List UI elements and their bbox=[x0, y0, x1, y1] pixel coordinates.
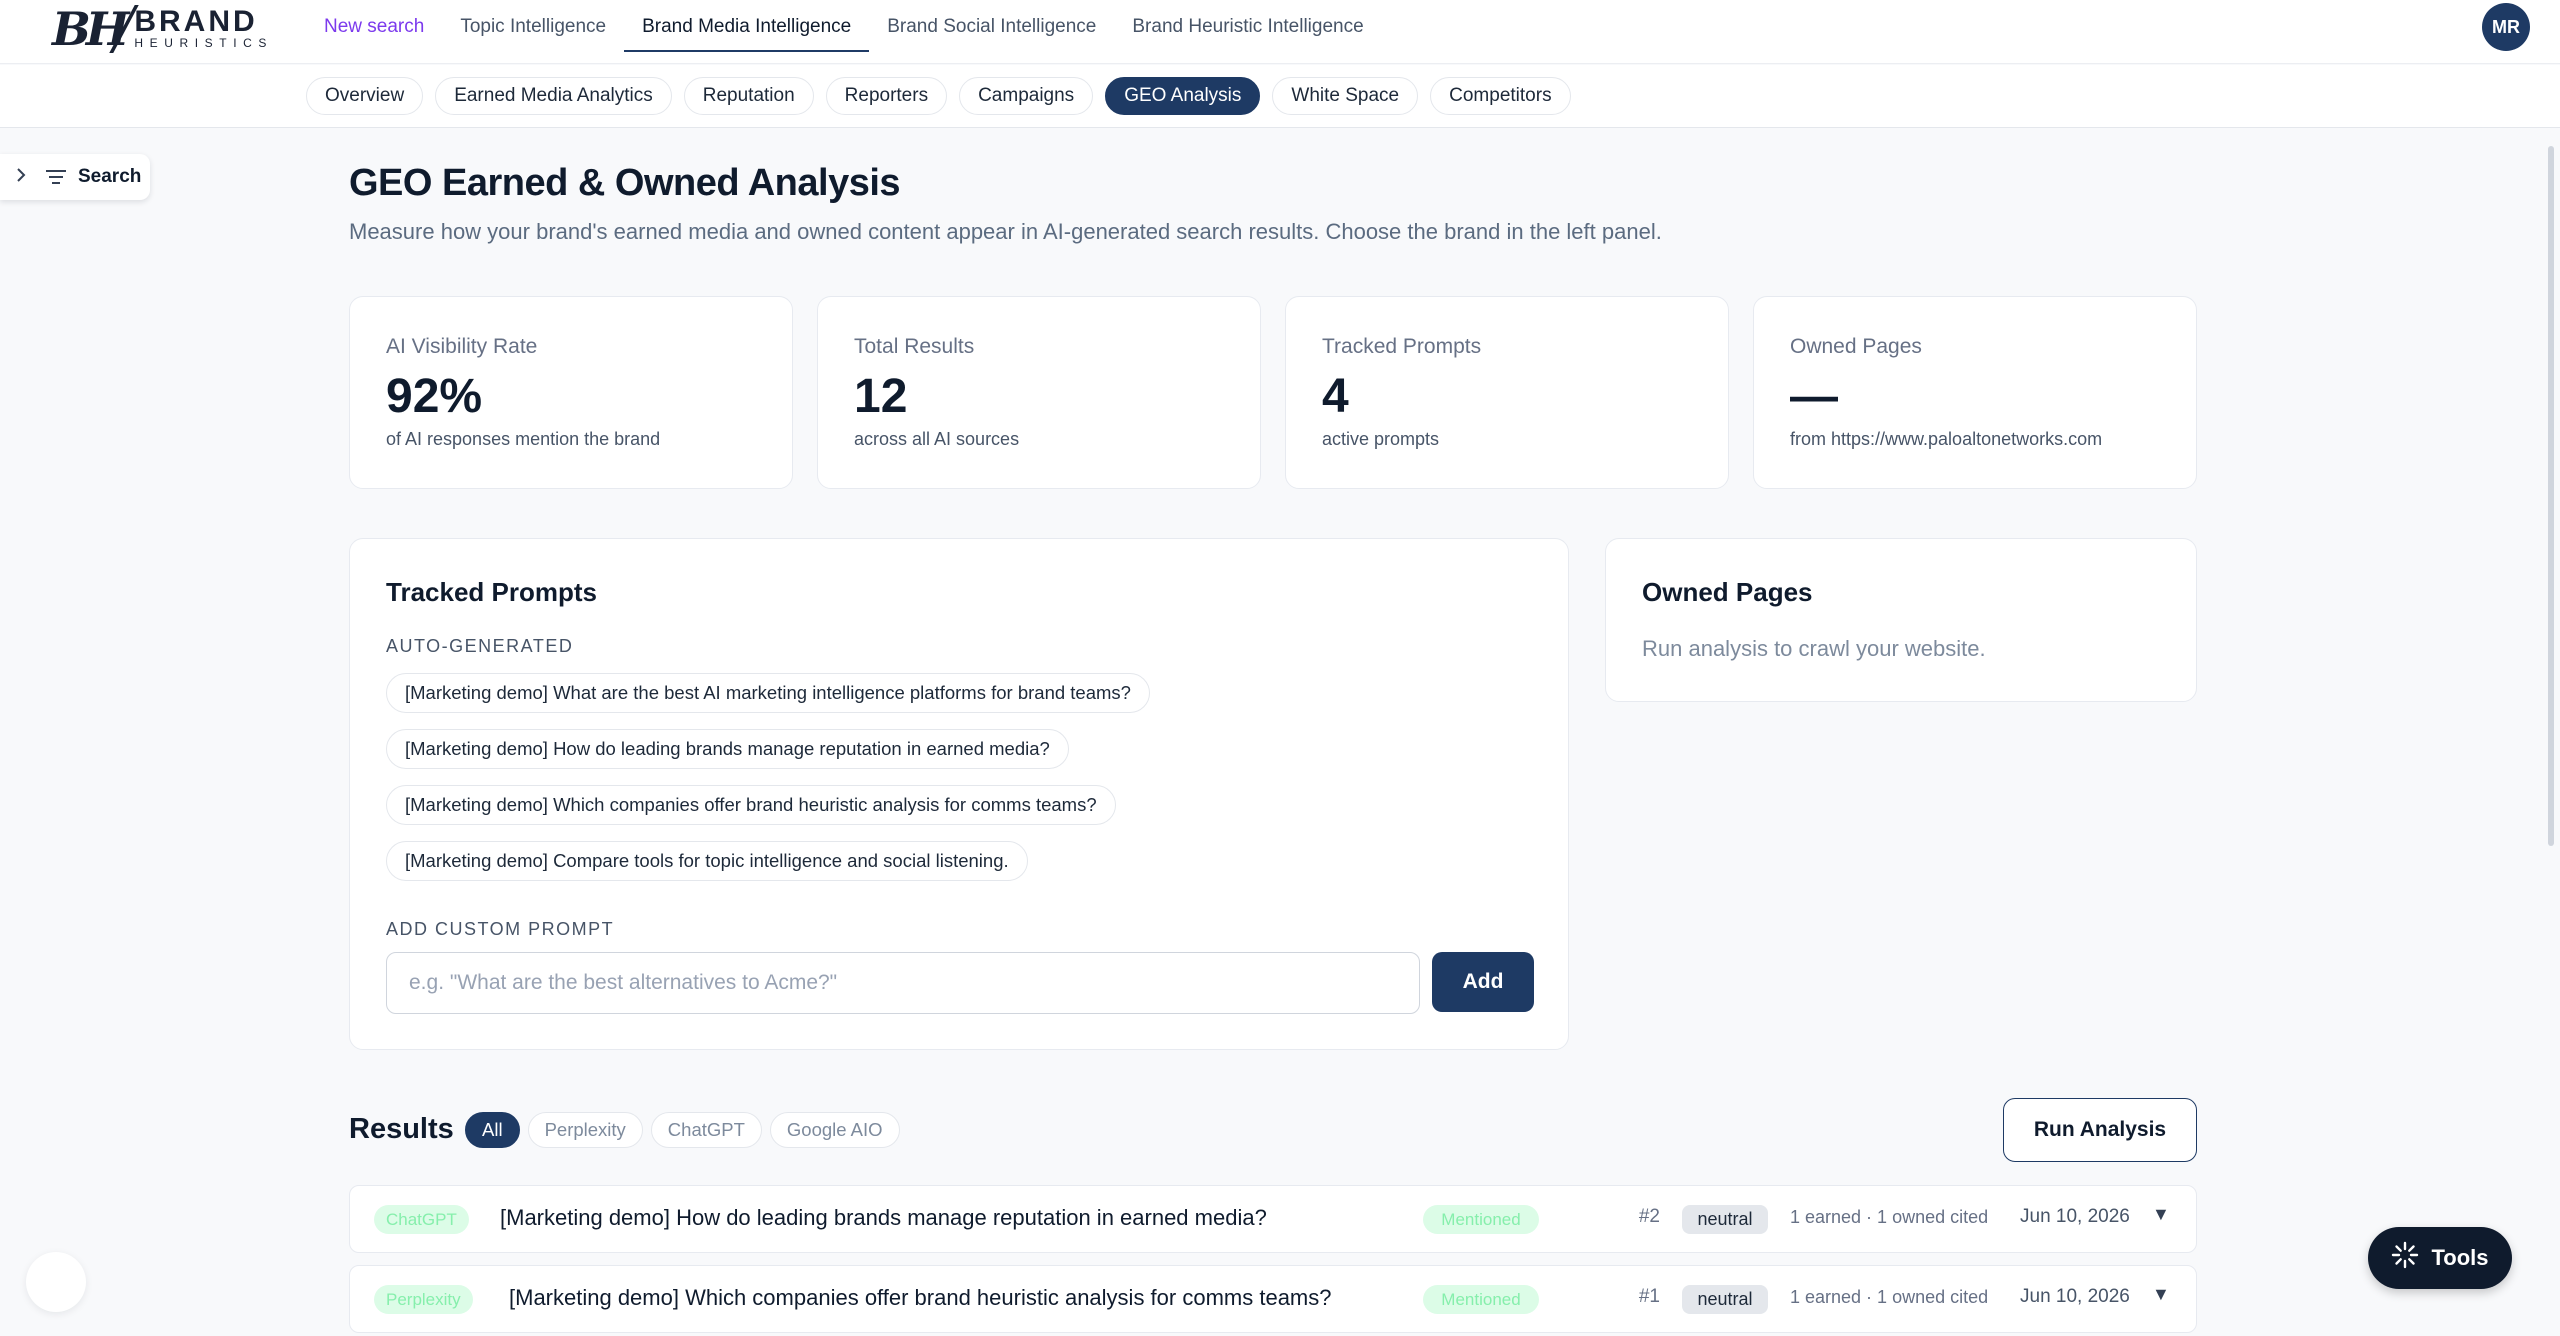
sub-nav-tabs: Overview Earned Media Analytics Reputati… bbox=[306, 77, 1571, 115]
stat-label: Tracked Prompts bbox=[1322, 335, 1482, 358]
brand-logo[interactable]: BH BRAND HEURISTICS bbox=[52, 2, 273, 56]
result-date: Jun 10, 2026 bbox=[2020, 1206, 2130, 1227]
tab-geo-analysis[interactable]: GEO Analysis bbox=[1105, 77, 1261, 115]
results-title: Results bbox=[349, 1113, 454, 1145]
stat-value: — bbox=[1790, 370, 1838, 423]
sub-navigation-bar: Overview Earned Media Analytics Reputati… bbox=[0, 65, 2560, 128]
logo-wordmark: BRAND HEURISTICS bbox=[134, 5, 274, 51]
sentiment-badge: neutral bbox=[1682, 1285, 1768, 1314]
filter-chatgpt[interactable]: ChatGPT bbox=[650, 1112, 762, 1148]
stat-note: active prompts bbox=[1322, 429, 1440, 449]
nav-brand-heuristic-intelligence[interactable]: Brand Heuristic Intelligence bbox=[1114, 0, 1381, 52]
add-prompt-button[interactable]: Add bbox=[1432, 952, 1534, 1012]
owned-pages-card: Owned Pages Run analysis to crawl your w… bbox=[1605, 538, 2197, 702]
search-panel-toggle[interactable]: Search bbox=[0, 154, 150, 200]
page-title: GEO Earned & Owned Analysis bbox=[349, 162, 901, 204]
result-row[interactable]: Perplexity [Marketing demo] Which compan… bbox=[349, 1265, 2197, 1333]
source-badge: ChatGPT bbox=[374, 1205, 469, 1234]
citation-count: 1 earned · 1 owned cited bbox=[1790, 1207, 1989, 1227]
page-scrollbar[interactable] bbox=[2548, 146, 2554, 846]
stat-note: of AI responses mention the brand bbox=[386, 429, 661, 449]
tools-button[interactable]: Tools bbox=[2368, 1227, 2512, 1289]
logo-tagline: HEURISTICS bbox=[134, 36, 274, 50]
add-custom-prompt-label: ADD CUSTOM PROMPT bbox=[386, 919, 615, 939]
tab-overview[interactable]: Overview bbox=[306, 77, 424, 115]
result-rank: #2 bbox=[1638, 1206, 1660, 1227]
prompt-chip[interactable]: [Marketing demo] Which companies offer b… bbox=[386, 785, 1116, 825]
run-analysis-button[interactable]: Run Analysis bbox=[2003, 1098, 2197, 1162]
nav-topic-intelligence[interactable]: Topic Intelligence bbox=[442, 0, 624, 52]
expand-caret-icon[interactable]: ▼ bbox=[2152, 1204, 2170, 1225]
result-rank: #1 bbox=[1638, 1286, 1660, 1307]
citation-count: 1 earned · 1 owned cited bbox=[1790, 1287, 1989, 1307]
prompt-chip[interactable]: [Marketing demo] Compare tools for topic… bbox=[386, 841, 1028, 881]
prompt-chip[interactable]: [Marketing demo] What are the best AI ma… bbox=[386, 673, 1150, 713]
source-badge: Perplexity bbox=[374, 1285, 473, 1314]
tab-reputation[interactable]: Reputation bbox=[683, 77, 814, 115]
tracked-prompts-card: Tracked Prompts AUTO-GENERATED [Marketin… bbox=[349, 538, 1569, 1050]
tracked-prompts-title: Tracked Prompts bbox=[386, 577, 597, 607]
result-row[interactable]: ChatGPT [Marketing demo] How do leading … bbox=[349, 1185, 2197, 1253]
main-nav: New search Topic Intelligence Brand Medi… bbox=[306, 0, 1382, 52]
stat-label: Owned Pages bbox=[1790, 335, 1922, 358]
tools-label: Tools bbox=[2431, 1245, 2489, 1270]
custom-prompt-input[interactable] bbox=[386, 952, 1420, 1014]
results-source-filters: All Perplexity ChatGPT Google AIO bbox=[465, 1112, 900, 1148]
stat-label: AI Visibility Rate bbox=[386, 335, 538, 358]
auto-generated-label: AUTO-GENERATED bbox=[386, 636, 574, 656]
result-question: [Marketing demo] How do leading brands m… bbox=[500, 1205, 1267, 1230]
nav-brand-media-intelligence[interactable]: Brand Media Intelligence bbox=[624, 0, 870, 52]
result-question: [Marketing demo] Which companies offer b… bbox=[509, 1285, 1332, 1310]
mention-status-badge: Mentioned bbox=[1423, 1205, 1539, 1234]
tab-competitors[interactable]: Competitors bbox=[1430, 77, 1571, 115]
filter-google-aio[interactable]: Google AIO bbox=[769, 1112, 900, 1148]
stat-card-tracked-prompts: Tracked Prompts 4 active prompts bbox=[1285, 296, 1729, 489]
stat-value: 12 bbox=[854, 370, 908, 423]
stat-value: 92% bbox=[386, 370, 483, 423]
stat-card-ai-visibility: AI Visibility Rate 92% of AI responses m… bbox=[349, 296, 793, 489]
stat-value: 4 bbox=[1322, 370, 1349, 423]
owned-pages-empty-text: Run analysis to crawl your website. bbox=[1642, 636, 1986, 661]
prompt-chip[interactable]: [Marketing demo] How do leading brands m… bbox=[386, 729, 1069, 769]
tab-white-space[interactable]: White Space bbox=[1272, 77, 1419, 115]
stat-card-total-results: Total Results 12 across all AI sources bbox=[817, 296, 1261, 489]
stat-label: Total Results bbox=[854, 335, 975, 358]
result-date: Jun 10, 2026 bbox=[2020, 1286, 2130, 1307]
tab-campaigns[interactable]: Campaigns bbox=[959, 77, 1094, 115]
stat-card-owned-pages: Owned Pages — from https://www.paloalton… bbox=[1753, 296, 2197, 489]
owned-pages-title: Owned Pages bbox=[1642, 577, 1813, 607]
filter-perplexity[interactable]: Perplexity bbox=[527, 1112, 643, 1148]
tab-reporters[interactable]: Reporters bbox=[825, 77, 948, 115]
sentiment-badge: neutral bbox=[1682, 1205, 1768, 1234]
loading-spinner-icon bbox=[2391, 1241, 2419, 1275]
user-avatar[interactable]: MR bbox=[2482, 3, 2530, 51]
top-navigation-bar: BH BRAND HEURISTICS New search Topic Int… bbox=[0, 0, 2560, 64]
stat-note: from https://www.paloaltonetworks.com bbox=[1790, 429, 2103, 449]
nav-new-search[interactable]: New search bbox=[306, 0, 442, 52]
expand-caret-icon[interactable]: ▼ bbox=[2152, 1284, 2170, 1305]
tab-earned-media-analytics[interactable]: Earned Media Analytics bbox=[435, 77, 672, 115]
chevron-right-icon bbox=[14, 167, 32, 188]
logo-brand-name: BRAND bbox=[134, 5, 258, 38]
filter-icon bbox=[46, 168, 68, 186]
search-panel-label: Search bbox=[78, 166, 142, 187]
stat-note: across all AI sources bbox=[854, 429, 1020, 449]
nav-brand-social-intelligence[interactable]: Brand Social Intelligence bbox=[869, 0, 1114, 52]
mention-status-badge: Mentioned bbox=[1423, 1285, 1539, 1314]
filter-all[interactable]: All bbox=[465, 1112, 520, 1148]
chat-bubble-button[interactable] bbox=[26, 1252, 86, 1312]
page-subtitle: Measure how your brand's earned media an… bbox=[349, 219, 1662, 244]
